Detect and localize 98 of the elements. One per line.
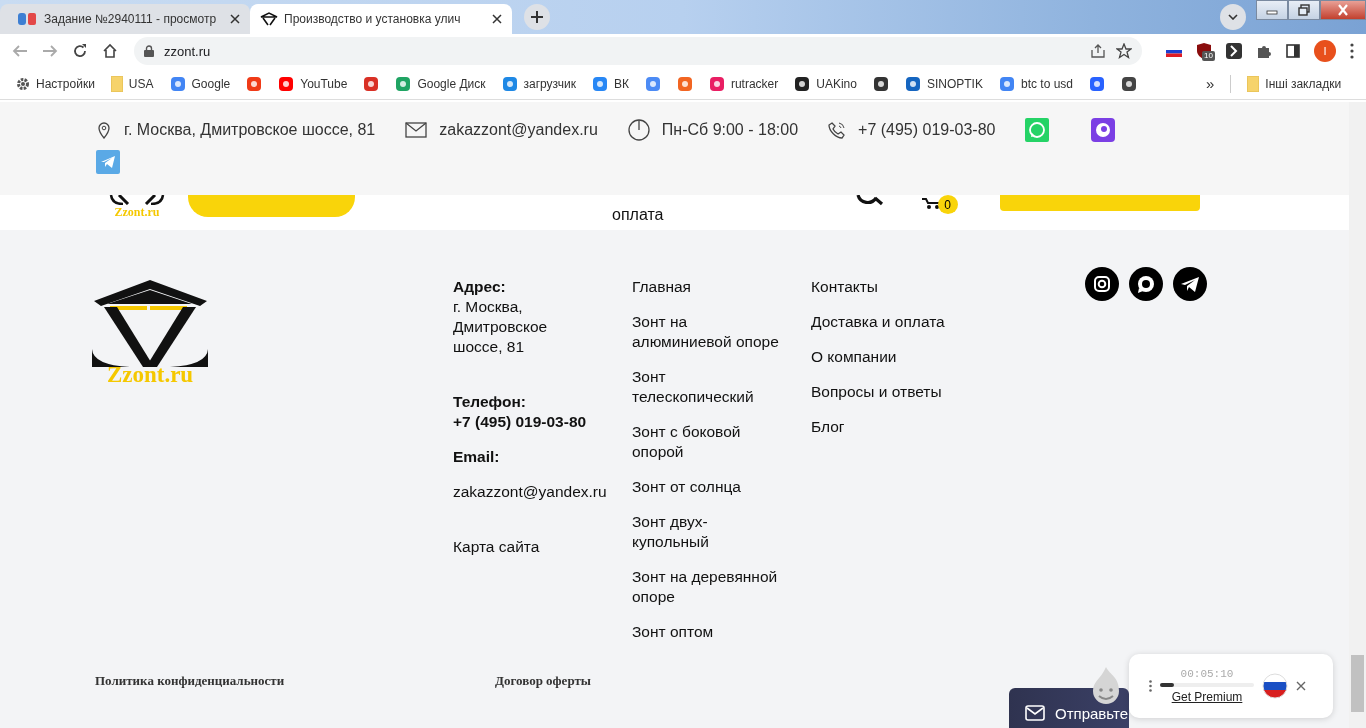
footer-link[interactable]: Договор оферты (495, 673, 591, 689)
chevron-down-icon (1228, 14, 1238, 20)
whatsapp-icon[interactable] (1129, 267, 1163, 301)
bookmark-link[interactable]: загрузчик (501, 75, 576, 92)
side-panel-icon[interactable] (1286, 44, 1300, 58)
restore-icon (1298, 4, 1310, 16)
site-favicon-icon (501, 75, 518, 92)
footer-link[interactable]: Зонт телескопический (632, 367, 784, 407)
extension-icon[interactable] (1226, 43, 1242, 59)
bookmark-link[interactable]: btc to usd (998, 75, 1073, 92)
close-icon[interactable] (230, 14, 240, 24)
puzzle-icon[interactable] (1256, 43, 1272, 59)
more-icon[interactable] (1149, 680, 1152, 692)
browser-tab[interactable]: Задание №2940111 - просмотр (0, 4, 250, 34)
footer-link[interactable]: Зонт оптом (632, 622, 784, 642)
extension-badge: 10 (1202, 51, 1215, 61)
phone-text[interactable]: +7 (495) 019-03-80 (858, 121, 996, 139)
site-favicon-icon (998, 75, 1015, 92)
flag-icon[interactable] (1262, 673, 1288, 699)
hours-text: Пн-Сб 9:00 - 18:00 (661, 121, 799, 139)
bookmark-link[interactable]: UAKino (794, 75, 857, 92)
footer-link[interactable]: Блог (811, 417, 845, 437)
footer-link[interactable]: О компании (811, 347, 897, 367)
browser-tab[interactable]: Производство и установка улич (250, 4, 512, 34)
phone-icon (828, 121, 847, 139)
chat-bubble-icon[interactable] (1091, 118, 1116, 142)
site-favicon-icon (395, 75, 412, 92)
bookmark-link[interactable]: Настройки (16, 76, 95, 91)
address-bar[interactable]: zzont.ru (134, 37, 1142, 65)
favicon-icon (18, 12, 36, 26)
bookmark-icon[interactable] (872, 75, 889, 92)
star-icon[interactable] (1116, 43, 1132, 59)
envelope-icon (1025, 705, 1045, 721)
email-label: Email: (453, 447, 500, 467)
home-icon[interactable] (102, 43, 118, 59)
footer-link[interactable]: Доставка и оплата (811, 312, 945, 332)
timer-text: 00:05:10 (1180, 668, 1234, 680)
share-icon[interactable] (1090, 44, 1106, 58)
folder-icon (1247, 75, 1260, 92)
profile-avatar[interactable]: I (1314, 40, 1336, 62)
bookmark-link[interactable]: Google Диск (395, 75, 486, 92)
footer-link[interactable]: Контакты (811, 277, 878, 297)
address-text: г. Москва, Дмитровское шоссе, 81 (453, 297, 549, 357)
lock-icon (144, 45, 154, 57)
telegram-icon[interactable] (1173, 267, 1207, 301)
bookmark-link[interactable]: ВК (591, 75, 629, 92)
address-label: Адрес: (453, 277, 506, 297)
folder-icon (110, 75, 123, 92)
gear-icon (16, 76, 30, 91)
footer-link[interactable]: Зонт от солнца (632, 477, 784, 497)
envelope-icon (405, 121, 428, 139)
clock-icon (627, 119, 650, 141)
reload-icon[interactable] (72, 43, 88, 59)
bookmark-icon[interactable] (1121, 75, 1137, 92)
bookmark-link[interactable]: YouTube (278, 75, 348, 92)
close-icon[interactable] (1296, 681, 1306, 691)
footer-link[interactable]: Зонт двух-купольный (632, 512, 784, 552)
minimize-button[interactable] (1256, 0, 1288, 20)
site-favicon-icon (591, 75, 608, 92)
premium-link[interactable]: Get Premium (1171, 690, 1243, 704)
more-bookmarks-button[interactable]: » (1206, 75, 1215, 92)
bookmark-link[interactable]: Google (169, 75, 231, 92)
close-window-button[interactable] (1320, 0, 1366, 20)
chat-button[interactable]: Отправьте (1009, 688, 1129, 728)
bookmark-link[interactable]: rutracker (708, 75, 779, 92)
bookmark-folder[interactable]: Інші закладки (1247, 75, 1342, 92)
restore-button[interactable] (1288, 0, 1320, 20)
phone-text[interactable]: +7 (495) 019-03-80 (453, 412, 587, 432)
email-text[interactable]: zakazzont@yandex.ru (439, 121, 598, 139)
umbrella-logo-icon (260, 12, 278, 26)
nav-link[interactable]: оплата (612, 205, 664, 225)
site-favicon-icon (169, 75, 186, 92)
address-text: г. Москва, Дмитровское шоссе, 81 (124, 121, 376, 139)
footer-link[interactable]: Зонт на алюминиевой опоре (632, 312, 784, 352)
site-favicon-icon (794, 75, 811, 92)
email-link[interactable]: zakazzont@yandex.ru (453, 482, 607, 502)
scrollbar[interactable] (1349, 102, 1366, 728)
bookmark-link[interactable]: USA (110, 75, 154, 92)
close-icon (1337, 4, 1349, 16)
site-favicon-icon (904, 75, 921, 92)
tab-search-button[interactable] (1220, 4, 1246, 30)
site-favicon-icon (278, 75, 295, 92)
location-pin-icon (96, 121, 112, 139)
bookmark-link[interactable]: SINOPTIK (904, 75, 983, 92)
phone-label: Телефон: (453, 392, 526, 412)
new-tab-button[interactable] (524, 4, 550, 30)
footer-link[interactable]: Вопросы и ответы (811, 382, 942, 402)
sitemap-link[interactable]: Карта сайта (453, 537, 540, 557)
footer-link[interactable]: Зонт на деревянной опоре (632, 567, 784, 607)
footer-link[interactable]: Зонт с боковой опорой (632, 422, 784, 462)
more-icon[interactable] (1350, 43, 1354, 59)
footer-link[interactable]: Главная (632, 277, 784, 297)
cart-count: 0 (937, 195, 958, 214)
close-icon[interactable] (492, 14, 502, 24)
plus-icon (531, 11, 543, 23)
instagram-icon[interactable] (1085, 267, 1119, 301)
site-favicon-icon (708, 75, 725, 92)
footer-link[interactable]: Политика конфиденциальности (95, 673, 285, 689)
